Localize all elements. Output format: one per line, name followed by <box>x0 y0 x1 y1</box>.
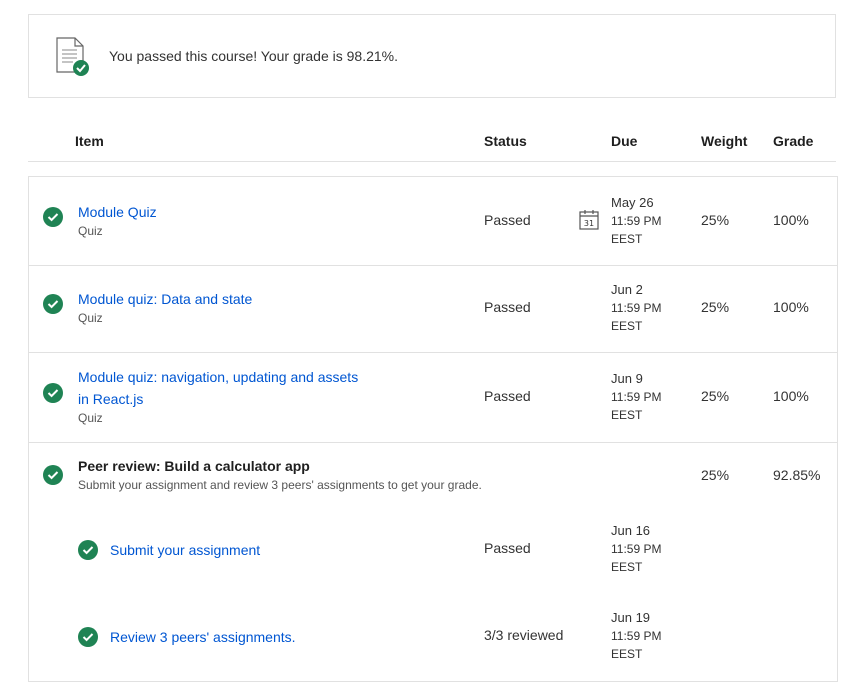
table-row: Module quiz: Data and state Quiz Passed … <box>29 265 837 353</box>
item-title-line: in React.js <box>78 391 144 407</box>
check-circle-icon <box>78 627 98 647</box>
item-type: Quiz <box>78 224 103 238</box>
course-result-message: You passed this course! Your grade is 98… <box>109 48 399 64</box>
item-link-data-and-state[interactable]: Module quiz: Data and state <box>78 288 252 310</box>
check-circle-icon <box>78 540 98 560</box>
due-timezone: EEST <box>611 647 643 661</box>
due-timezone: EEST <box>611 319 643 333</box>
col-header-item: Item <box>75 133 104 149</box>
due-date: Jun 2 <box>611 282 643 297</box>
due-time: 11:59 PM <box>611 301 662 315</box>
due-timezone: EEST <box>611 232 643 246</box>
table-row: Module quiz: navigation, updating and as… <box>29 352 837 443</box>
check-circle-icon <box>43 465 63 485</box>
peer-review-description: Submit your assignment and review 3 peer… <box>78 478 482 492</box>
document-check-icon <box>55 36 91 76</box>
due-timezone: EEST <box>611 408 643 422</box>
col-header-grade: Grade <box>773 133 814 149</box>
item-status: Passed <box>484 299 531 315</box>
item-due: Jun 19 11:59 PM EEST <box>611 609 661 663</box>
grades-table-header: Item Status Due Weight Grade <box>28 128 836 162</box>
col-header-due: Due <box>611 133 638 149</box>
due-date: Jun 16 <box>611 523 651 538</box>
submit-assignment-link[interactable]: Submit your assignment <box>110 539 260 561</box>
due-time: 11:59 PM <box>611 542 662 556</box>
due-time: 11:59 PM <box>611 214 662 228</box>
item-status: 3/3 reviewed <box>484 627 564 643</box>
table-row-peer-review: Peer review: Build a calculator app Subm… <box>29 442 837 682</box>
item-weight: 25% <box>701 467 730 483</box>
item-grade: 92.85% <box>773 467 821 483</box>
item-grade: 100% <box>773 388 809 404</box>
svg-text:31: 31 <box>584 219 594 228</box>
due-date: May 26 <box>611 195 654 210</box>
item-due: Jun 9 11:59 PM EEST <box>611 370 661 424</box>
item-weight: 25% <box>701 212 730 228</box>
due-date: Jun 19 <box>611 610 651 625</box>
col-header-status: Status <box>484 133 527 149</box>
course-passed-banner: You passed this course! Your grade is 98… <box>28 14 836 98</box>
due-time: 11:59 PM <box>611 390 662 404</box>
item-title-line: Module quiz: navigation, updating and as… <box>78 369 359 385</box>
col-header-weight: Weight <box>701 133 748 149</box>
item-status: Passed <box>484 540 531 556</box>
due-time: 11:59 PM <box>611 629 662 643</box>
due-timezone: EEST <box>611 560 643 574</box>
item-link-module-quiz[interactable]: Module Quiz <box>78 201 157 223</box>
item-due: Jun 2 11:59 PM EEST <box>611 281 661 335</box>
item-due: Jun 16 11:59 PM EEST <box>611 522 661 576</box>
item-type: Quiz <box>78 411 103 425</box>
item-type: Quiz <box>78 311 103 325</box>
grades-table-body: Module Quiz Quiz Passed 31 May 26 11:59 … <box>28 176 838 682</box>
item-grade: 100% <box>773 299 809 315</box>
check-circle-icon <box>43 294 63 314</box>
calendar-icon: 31 <box>579 210 599 230</box>
due-date: Jun 9 <box>611 371 643 386</box>
review-peers-link[interactable]: Review 3 peers' assignments. <box>110 626 296 648</box>
table-row: Module Quiz Quiz Passed 31 May 26 11:59 … <box>29 177 837 266</box>
item-grade: 100% <box>773 212 809 228</box>
check-circle-icon <box>43 207 63 227</box>
peer-review-title: Peer review: Build a calculator app <box>78 458 310 474</box>
check-circle-icon <box>43 383 63 403</box>
item-weight: 25% <box>701 299 730 315</box>
item-status: Passed <box>484 212 531 228</box>
item-due: May 26 11:59 PM EEST <box>611 194 661 248</box>
item-status: Passed <box>484 388 531 404</box>
item-link-navigation-quiz[interactable]: Module quiz: navigation, updating and as… <box>78 366 358 410</box>
item-weight: 25% <box>701 388 730 404</box>
